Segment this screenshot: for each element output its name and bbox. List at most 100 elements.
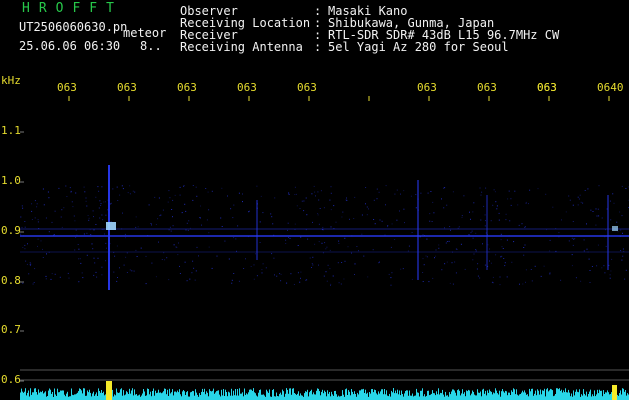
level-bar bbox=[501, 391, 502, 400]
level-bar bbox=[492, 394, 493, 400]
noise-speck bbox=[372, 249, 374, 251]
noise-speck bbox=[438, 244, 440, 246]
meteor-echo-peak bbox=[612, 226, 618, 231]
level-bar bbox=[617, 394, 618, 400]
level-bar bbox=[398, 394, 399, 400]
level-bar bbox=[226, 392, 227, 400]
level-bar bbox=[320, 395, 321, 400]
noise-speck bbox=[444, 263, 446, 265]
noise-speck bbox=[288, 192, 290, 194]
noise-speck bbox=[361, 214, 363, 216]
level-bar bbox=[457, 390, 458, 400]
level-bar bbox=[185, 395, 186, 400]
level-bar bbox=[147, 388, 148, 400]
level-bar bbox=[266, 389, 267, 400]
noise-speck bbox=[335, 221, 337, 223]
level-bar bbox=[588, 394, 589, 400]
noise-speck bbox=[523, 247, 525, 248]
noise-speck bbox=[472, 211, 474, 213]
noise-speck bbox=[561, 219, 562, 221]
level-bar bbox=[93, 391, 94, 400]
noise-speck bbox=[385, 204, 386, 206]
noise-speck bbox=[172, 225, 174, 227]
level-bar bbox=[79, 388, 80, 400]
noise-speck bbox=[88, 219, 90, 221]
level-bar bbox=[332, 394, 333, 400]
level-bar bbox=[605, 392, 606, 400]
level-bar bbox=[405, 391, 406, 400]
noise-speck bbox=[444, 227, 445, 229]
level-bar bbox=[517, 394, 518, 400]
level-bar bbox=[194, 395, 195, 400]
noise-speck bbox=[23, 235, 24, 237]
level-bar bbox=[556, 388, 557, 400]
noise-speck bbox=[470, 232, 472, 234]
level-bar bbox=[73, 395, 74, 400]
noise-speck bbox=[313, 185, 315, 187]
noise-speck bbox=[423, 235, 425, 236]
noise-speck bbox=[300, 236, 302, 238]
level-bar bbox=[600, 390, 601, 400]
level-bar bbox=[487, 390, 488, 400]
noise-speck bbox=[256, 275, 258, 277]
noise-speck bbox=[233, 273, 235, 274]
noise-speck bbox=[587, 188, 589, 190]
level-bar bbox=[562, 392, 563, 400]
noise-speck bbox=[415, 207, 417, 209]
noise-speck bbox=[504, 262, 506, 264]
noise-speck bbox=[429, 220, 431, 222]
noise-speck bbox=[620, 250, 622, 252]
level-bar bbox=[396, 393, 397, 400]
noise-speck bbox=[299, 208, 301, 209]
level-bar bbox=[540, 389, 541, 400]
level-bar bbox=[434, 393, 435, 400]
noise-speck bbox=[36, 203, 38, 205]
level-bar bbox=[88, 392, 89, 400]
noise-speck bbox=[31, 219, 33, 220]
noise-speck bbox=[332, 275, 334, 277]
noise-speck bbox=[353, 218, 355, 219]
level-bar bbox=[350, 395, 351, 400]
level-bar bbox=[416, 388, 417, 400]
level-bar bbox=[304, 393, 305, 400]
noise-speck bbox=[26, 263, 28, 265]
noise-speck bbox=[571, 265, 573, 267]
noise-speck bbox=[325, 248, 327, 250]
level-bar bbox=[203, 392, 204, 400]
level-bar bbox=[420, 390, 421, 400]
noise-speck bbox=[37, 221, 39, 223]
level-bar bbox=[606, 392, 607, 400]
noise-speck bbox=[549, 272, 551, 274]
noise-speck bbox=[572, 204, 574, 206]
level-bar bbox=[307, 389, 308, 400]
level-bar bbox=[35, 388, 36, 400]
noise-speck bbox=[402, 268, 404, 270]
level-bar bbox=[217, 390, 218, 400]
level-bar bbox=[261, 394, 262, 400]
noise-speck bbox=[77, 244, 79, 245]
noise-speck bbox=[327, 264, 329, 266]
noise-speck bbox=[458, 226, 460, 228]
noise-speck bbox=[314, 243, 316, 245]
level-bar bbox=[466, 390, 467, 400]
noise-speck bbox=[543, 265, 545, 267]
level-bar bbox=[176, 392, 177, 400]
level-bar bbox=[187, 391, 188, 400]
level-bar bbox=[474, 394, 475, 400]
level-bar bbox=[599, 389, 600, 400]
level-bar bbox=[179, 389, 180, 400]
noise-speck bbox=[110, 221, 112, 222]
noise-speck bbox=[37, 219, 39, 221]
noise-speck bbox=[129, 185, 131, 187]
noise-speck bbox=[254, 253, 256, 255]
level-bar bbox=[551, 389, 552, 400]
level-bar bbox=[27, 392, 28, 400]
level-bar bbox=[136, 394, 137, 400]
level-bar bbox=[82, 393, 83, 400]
level-bar bbox=[569, 392, 570, 400]
noise-speck bbox=[247, 236, 249, 238]
level-bar bbox=[291, 394, 292, 400]
level-bar bbox=[560, 390, 561, 400]
noise-speck bbox=[435, 255, 437, 257]
noise-speck bbox=[425, 255, 427, 257]
